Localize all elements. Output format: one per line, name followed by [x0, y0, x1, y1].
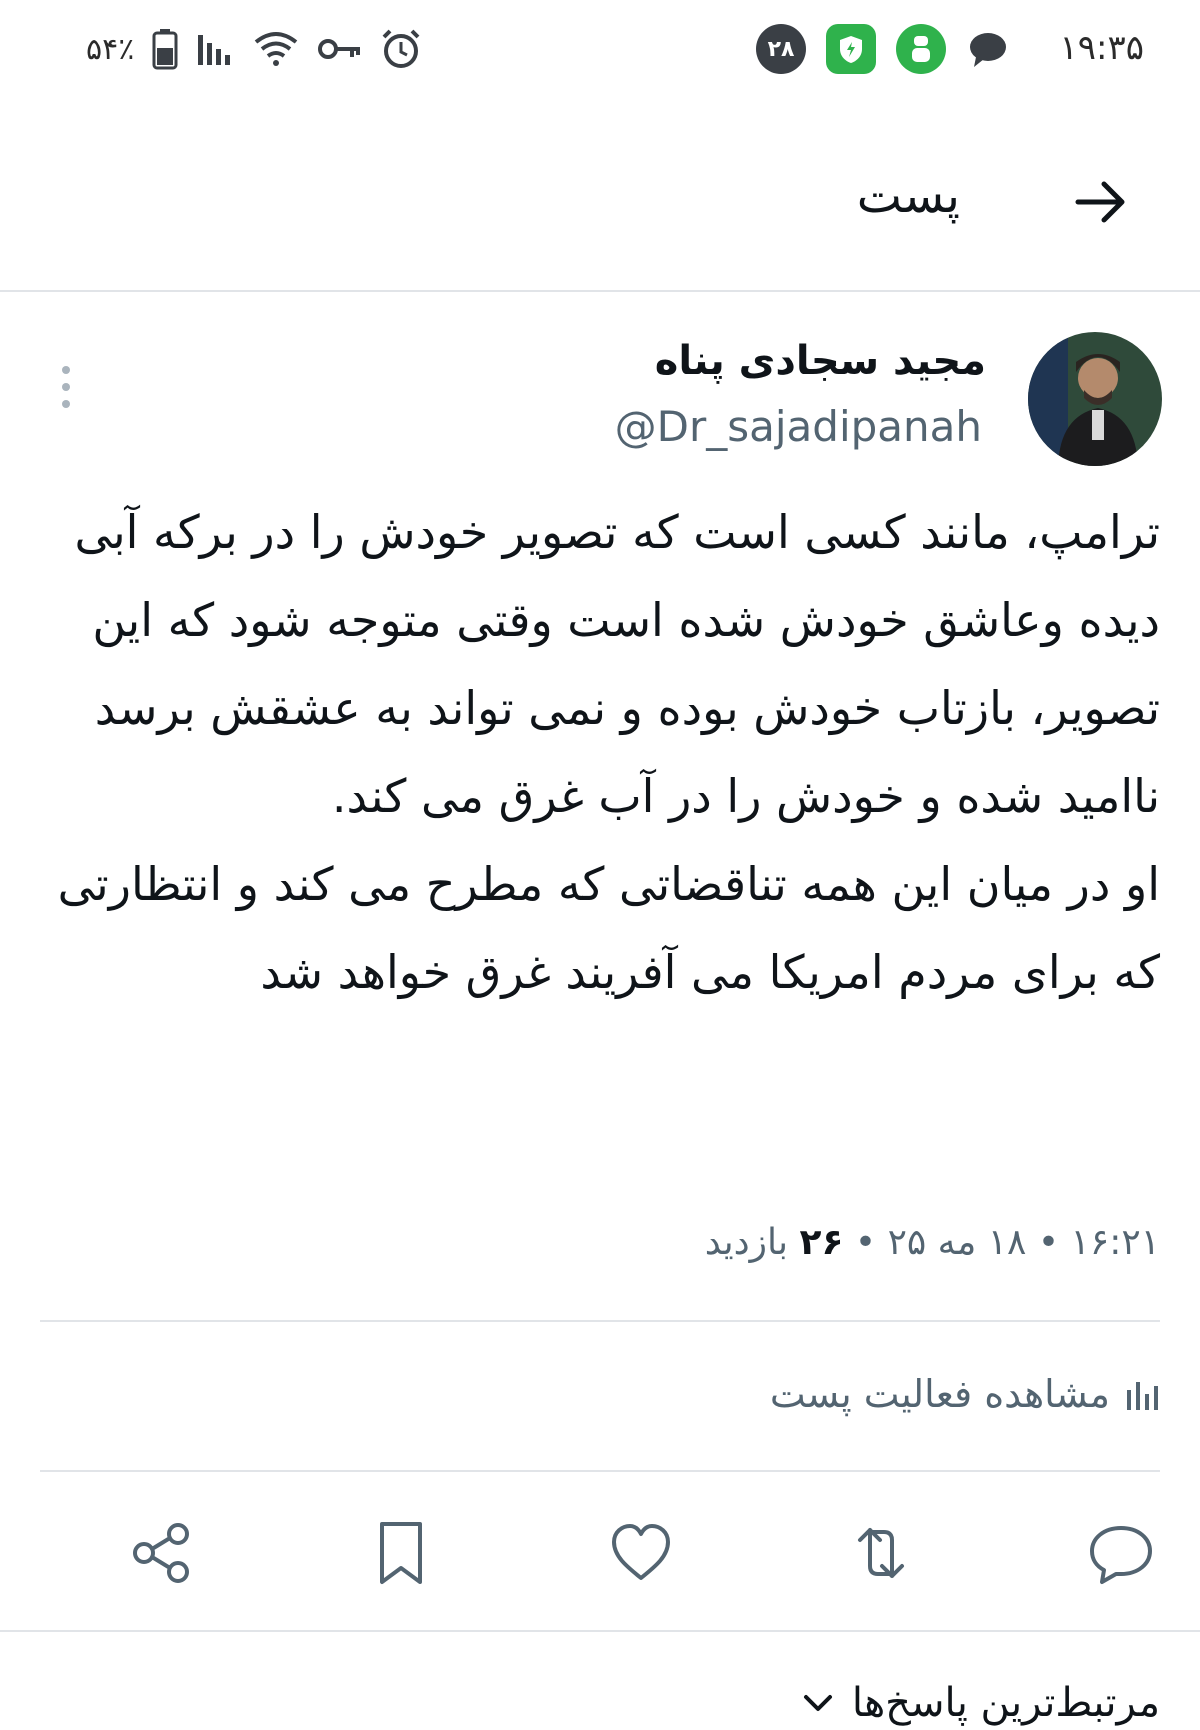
- view-post-activity[interactable]: مشاهده فعالیت پست: [770, 1372, 1160, 1416]
- share-icon[interactable]: [126, 1518, 196, 1588]
- like-icon[interactable]: [606, 1518, 676, 1588]
- arrow-right-icon[interactable]: [1068, 170, 1132, 234]
- vpn-key-icon: [318, 39, 361, 59]
- shield-app-icon: [826, 24, 876, 74]
- notification-count-badge: ۲۸: [756, 24, 806, 74]
- wifi-icon: [255, 32, 298, 66]
- alarm-icon: [382, 29, 420, 68]
- replies-sort-dropdown[interactable]: مرتبط‌ترین پاسخ‌ها: [800, 1680, 1160, 1726]
- divider: [40, 1320, 1160, 1322]
- tweet-meta: ۱۶:۲۱ • ۱۸ مه ۲۵ • ۲۶ بازدید: [705, 1222, 1160, 1263]
- tweet-paragraph: او در میان این همه تناقضاتی که مطرح می ک…: [57, 857, 1160, 999]
- app-green-icon: [896, 24, 946, 74]
- divider: [40, 1470, 1160, 1472]
- header-divider: [0, 290, 1200, 292]
- status-notification-icons: ۲۸: [756, 24, 1010, 74]
- view-activity-label: مشاهده فعالیت پست: [769, 1372, 1110, 1416]
- tweet-paragraph: ترامپ، مانند کسی است که تصویر خودش را در…: [74, 505, 1161, 823]
- signal-icon: [198, 35, 231, 65]
- reply-icon[interactable]: [1086, 1518, 1156, 1588]
- status-time: ۱۹:۳۵: [1059, 28, 1144, 68]
- author-handle[interactable]: @Dr_sajadipanah: [615, 402, 982, 451]
- chevron-down-icon: [803, 1695, 832, 1711]
- views-label: بازدید: [704, 1222, 789, 1263]
- retweet-icon[interactable]: [846, 1518, 916, 1588]
- analytics-icon: [1127, 1382, 1158, 1410]
- replies-sort-label: مرتبط‌ترین پاسخ‌ها: [851, 1680, 1160, 1726]
- divider: [0, 1630, 1200, 1632]
- status-system-icons: ۵۴٪: [86, 28, 422, 70]
- views-count: ۲۶: [799, 1222, 844, 1263]
- battery-icon: [152, 29, 178, 70]
- author-name[interactable]: مجید سجادی پناه: [655, 338, 986, 384]
- tweet-time[interactable]: ۱۶:۲۱ • ۱۸ مه ۲۵ •: [855, 1222, 1160, 1263]
- page-title: پست: [856, 168, 960, 224]
- bookmark-icon[interactable]: [366, 1518, 436, 1588]
- battery-percent: ۵۴٪: [86, 31, 135, 67]
- chat-icon: [970, 33, 1006, 67]
- avatar[interactable]: [1028, 332, 1162, 466]
- more-options-icon[interactable]: [56, 362, 76, 412]
- tweet-text: ترامپ، مانند کسی است که تصویر خودش را در…: [30, 488, 1160, 1016]
